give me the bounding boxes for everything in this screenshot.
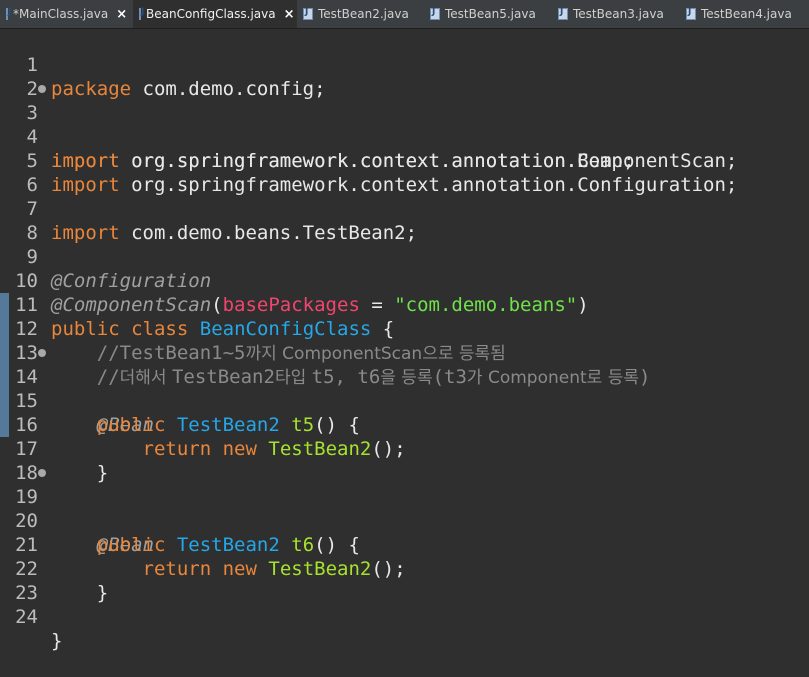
editor-tab-bar: *MainClass.java × BeanConfigClass.java ×… <box>0 0 809 29</box>
code-line: 8 <box>0 197 809 244</box>
code-line: 10 @ComponentScan(basePackages = "com.de… <box>0 245 809 316</box>
tab-label: TestBean3.java <box>573 7 664 21</box>
close-icon[interactable]: × <box>116 7 127 22</box>
java-file-icon <box>303 7 313 20</box>
tab-testbean4[interactable]: TestBean4.java <box>680 0 809 28</box>
code-line: 2 <box>0 53 809 100</box>
code-line: 22 } <box>0 533 809 604</box>
code-line: 16 return new TestBean2(); <box>0 389 809 460</box>
java-file-icon <box>430 7 440 20</box>
tab-label: TestBean5.java <box>445 7 536 21</box>
code-line: 23 <box>0 557 809 604</box>
tab-beanconfigclass[interactable]: BeanConfigClass.java × <box>133 0 297 28</box>
code-token: } <box>51 630 63 652</box>
code-line: 7 import com.demo.beans.TestBean2; <box>0 173 809 244</box>
java-file-icon <box>139 7 144 20</box>
code-line: 21 return new TestBean2(); <box>0 509 809 580</box>
code-line: 6 <box>0 149 809 196</box>
java-file-icon <box>686 7 696 20</box>
line-number: 24 <box>15 606 38 628</box>
code-line: 15 public TestBean2 t5() { <box>0 365 809 436</box>
code-line: 19 @Bean <box>0 461 809 556</box>
tab-label: *MainClass.java <box>13 7 109 21</box>
code-line: 17 } <box>0 413 809 484</box>
code-line: 9 @Configuration <box>0 221 809 292</box>
code-line: 11 public class BeanConfigClass { <box>0 269 809 340</box>
code-line: 20 public TestBean2 t6() { <box>0 485 809 556</box>
code-line: 12 //TestBean1~5까지 ComponentScan으로 등록됨 <box>0 293 809 364</box>
code-line: 5 import org.springframework.context.ann… <box>0 125 809 196</box>
tab-label: BeanConfigClass.java <box>146 7 276 21</box>
code-line: 4 import org.springframework.context.ann… <box>0 101 809 172</box>
code-line: 3 import org.springframework.context.ann… <box>0 77 809 172</box>
fold-toggle-icon[interactable] <box>38 469 46 477</box>
tab-label: TestBean4.java <box>701 7 792 21</box>
code-line: 14 @Bean <box>0 341 809 436</box>
tab-testbean5[interactable]: TestBean5.java <box>424 0 552 28</box>
tab-testbean2[interactable]: TestBean2.java <box>297 0 424 28</box>
code-line: 1 package com.demo.config; <box>0 29 809 100</box>
code-line: 24 } <box>0 581 809 652</box>
fold-toggle-icon[interactable] <box>38 349 46 357</box>
fold-toggle-icon[interactable] <box>38 85 46 93</box>
tab-testbean3[interactable]: TestBean3.java <box>552 0 680 28</box>
java-file-icon <box>6 7 11 20</box>
java-file-icon <box>558 7 568 20</box>
code-line: 18 <box>0 437 809 484</box>
close-icon[interactable]: × <box>284 7 295 22</box>
tab-label: TestBean2.java <box>318 7 409 21</box>
code-line: 13 //더해서 TestBean2타입 t5, t6을 등록(t3가 Comp… <box>0 317 809 388</box>
tab-mainclass[interactable]: *MainClass.java × <box>0 0 133 28</box>
code-editor[interactable]: 1 package com.demo.config; 2 3 import or… <box>0 29 809 652</box>
